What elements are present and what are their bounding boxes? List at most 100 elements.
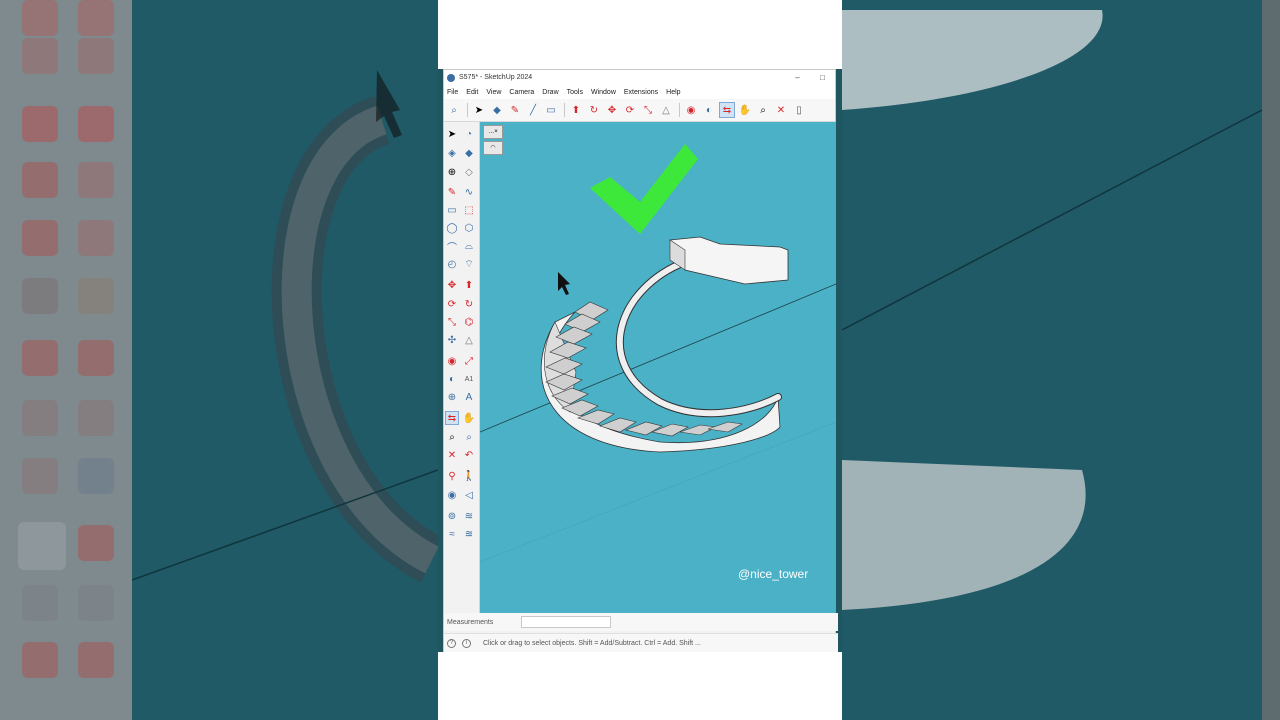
rectangle-icon[interactable]: ▭	[543, 102, 559, 118]
orbit-icon[interactable]: ⇆	[719, 102, 735, 118]
red-axis-line	[480, 283, 836, 433]
scale-tool-icon[interactable]: ⤡	[445, 315, 459, 329]
push-pull-tool-icon[interactable]: ⬆	[462, 278, 476, 292]
pie-icon[interactable]: ◴	[445, 257, 459, 271]
lasso-icon[interactable]: ◔	[462, 127, 476, 141]
protractor-icon[interactable]: ◐	[701, 102, 717, 118]
move-icon[interactable]: ✥	[604, 102, 620, 118]
rectangle-tool-icon[interactable]: ▭	[445, 203, 459, 217]
offset-icon[interactable]: △	[658, 102, 674, 118]
help-icon[interactable]: ?	[447, 638, 456, 648]
status-bar: ? i Click or drag to select objects. Shi…	[444, 633, 838, 652]
menu-help[interactable]: Help	[666, 89, 680, 96]
eraser-icon[interactable]: ◆	[489, 102, 505, 118]
circle-icon[interactable]: ◯	[445, 221, 459, 235]
bottom-padding	[438, 652, 842, 720]
tape-icon[interactable]: ◉	[683, 102, 699, 118]
scene-drawing	[480, 144, 836, 563]
section-plane-icon[interactable]: △	[462, 333, 476, 347]
green-check-icon	[590, 144, 698, 234]
smoove-icon[interactable]: ≈	[445, 527, 459, 541]
follow-me-icon[interactable]: ↻	[586, 102, 602, 118]
zoom-extents-icon[interactable]: ✕	[773, 102, 789, 118]
rotated-rectangle-icon[interactable]: ⬚	[462, 203, 476, 217]
page-icon[interactable]: ▯	[791, 102, 807, 118]
menu-view[interactable]: View	[486, 89, 501, 96]
sketchup-window: S575* - SketchUp 2024 – □ File Edit View…	[443, 69, 838, 652]
text-icon[interactable]: A1	[462, 372, 476, 386]
blurred-scrollbar	[1262, 0, 1280, 720]
menu-edit[interactable]: Edit	[466, 89, 478, 96]
measurements-input[interactable]	[521, 616, 612, 628]
arc-2-icon[interactable]: ⌓	[462, 239, 476, 253]
select-icon[interactable]: ➤	[471, 102, 487, 118]
pencil-icon[interactable]: ✎	[507, 102, 523, 118]
top-landing	[669, 236, 789, 285]
top-padding	[438, 0, 842, 69]
push-pull-icon[interactable]: ⬆	[568, 102, 584, 118]
dimension-icon[interactable]: ⤢	[462, 354, 476, 368]
protractor-tool-icon[interactable]: ◐	[445, 372, 459, 386]
menu-draw[interactable]: Draw	[542, 89, 558, 96]
pan-tool-icon[interactable]: ✋	[462, 411, 476, 425]
sketchup-logo-icon	[447, 73, 455, 82]
paint-bucket-icon[interactable]: ◈	[445, 146, 459, 160]
pan-icon[interactable]: ✋	[737, 102, 753, 118]
tape-tool-icon[interactable]: ◉	[445, 354, 459, 368]
orbit-tool-icon[interactable]: ⇆	[445, 411, 459, 425]
mouse-cursor-icon	[558, 272, 570, 295]
menu-tools[interactable]: Tools	[567, 89, 583, 96]
maximize-button[interactable]: □	[810, 73, 835, 82]
title-bar: S575* - SketchUp 2024 – □	[444, 70, 835, 85]
background-left	[0, 0, 438, 720]
rotate-icon[interactable]: ⟳	[622, 102, 638, 118]
polygon-icon[interactable]: ⬡	[462, 221, 476, 235]
arc-icon[interactable]: ⌒	[445, 239, 459, 254]
scale-icon[interactable]: ⤡	[640, 102, 656, 118]
blurred-viewport-right	[842, 0, 1263, 720]
zoom-tool-icon[interactable]: ⌕	[445, 430, 459, 444]
freehand-icon[interactable]: ∿	[462, 185, 476, 199]
eraser-tool-icon[interactable]: ◆	[462, 146, 476, 160]
stamp-icon[interactable]: ≊	[462, 527, 476, 541]
three-point-arc-icon[interactable]: ⌔	[462, 257, 476, 271]
status-hint: Click or drag to select objects. Shift =…	[483, 639, 701, 647]
move-tool-icon[interactable]: ✥	[445, 278, 459, 292]
minimize-button[interactable]: –	[785, 73, 810, 82]
previous-view-icon[interactable]: ↶	[462, 448, 476, 462]
follow-me-tool-icon[interactable]: ↻	[462, 297, 476, 311]
menu-extensions[interactable]: Extensions	[624, 89, 658, 96]
menu-window[interactable]: Window	[591, 89, 616, 96]
offset-tool-icon[interactable]: ⌬	[462, 315, 476, 329]
menu-bar: File Edit View Camera Draw Tools Window …	[444, 85, 835, 99]
blurred-stair-shape	[131, 70, 438, 583]
background-right	[842, 0, 1280, 720]
3d-text-icon[interactable]: A	[462, 390, 476, 404]
section-tool-icon[interactable]: ◁	[462, 488, 476, 502]
zoom-icon[interactable]: ⌕	[755, 102, 771, 118]
tool-palette: ➤ ◔ ◈ ◆ ⊕ ◇ ✎ ∿ ▭ ⬚ ◯ ⬡ ⌒ ⌓ ◴ ⌔ ✥ ⬆ ⟳ ↻ …	[444, 122, 480, 613]
axes-tool-icon[interactable]: ⊕	[445, 390, 459, 404]
rotate-tool-icon[interactable]: ⟳	[445, 297, 459, 311]
position-camera-icon[interactable]: ⚲	[445, 469, 459, 483]
pencil-tool-icon[interactable]: ✎	[445, 185, 459, 199]
info-icon[interactable]: i	[462, 638, 471, 648]
zoom-window-icon[interactable]: ⌕	[462, 430, 476, 444]
component-icon[interactable]: ⊕	[445, 165, 459, 179]
axes-icon[interactable]: ✣	[445, 333, 459, 347]
3d-viewport[interactable]: …× ◠ @nice_tower	[480, 122, 836, 613]
select-tool-icon[interactable]: ➤	[445, 127, 459, 141]
measurements-bar: Measurements	[444, 613, 838, 631]
search-icon[interactable]: ⌕	[446, 102, 462, 118]
zoom-extents-tool-icon[interactable]: ✕	[445, 448, 459, 462]
menu-camera[interactable]: Camera	[509, 89, 534, 96]
sandbox-contours-icon[interactable]: ⊚	[445, 509, 459, 523]
watermark-handle: @nice_tower	[738, 567, 809, 581]
walk-icon[interactable]: 🚶	[462, 469, 476, 483]
blurred-viewport	[131, 0, 438, 720]
line-icon[interactable]: ╱	[525, 102, 541, 118]
menu-file[interactable]: File	[447, 89, 458, 96]
sandbox-scratch-icon[interactable]: ≋	[462, 509, 476, 523]
look-around-icon[interactable]: ◉	[445, 488, 459, 502]
tag-icon[interactable]: ◇	[462, 165, 476, 179]
